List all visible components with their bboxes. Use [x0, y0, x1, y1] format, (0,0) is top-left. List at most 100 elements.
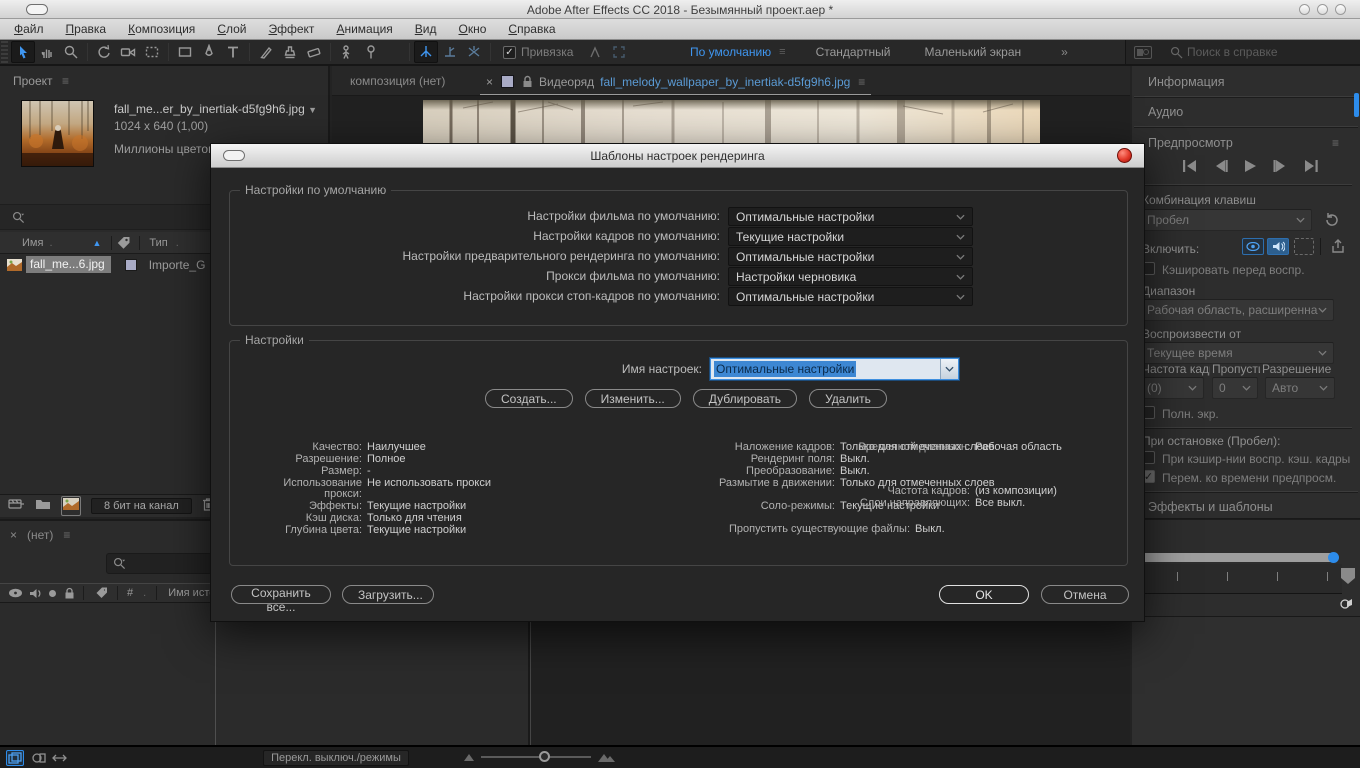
- dialog-close-button[interactable]: [1117, 148, 1132, 163]
- shortcut-dropdown[interactable]: Пробел: [1140, 209, 1312, 231]
- column-name[interactable]: Имя: [22, 237, 43, 249]
- time-ruler[interactable]: [1132, 564, 1342, 594]
- menu-item[interactable]: Окно: [459, 22, 487, 36]
- index-column[interactable]: #: [127, 587, 133, 599]
- menu-item[interactable]: Вид: [415, 22, 437, 36]
- comp-marker-icon[interactable]: [1339, 566, 1357, 586]
- window-control-2[interactable]: [1317, 4, 1328, 15]
- local-axis-mode-icon[interactable]: [414, 41, 438, 63]
- selection-tool-icon[interactable]: [11, 41, 35, 63]
- video-visibility-icon[interactable]: [8, 588, 23, 598]
- type-tool-icon[interactable]: [221, 41, 245, 63]
- expand-layer-switches-icon[interactable]: [6, 750, 24, 766]
- snap-region-icon[interactable]: [607, 41, 631, 63]
- close-tab-icon[interactable]: ×: [486, 75, 493, 89]
- include-video-icon[interactable]: [1242, 238, 1264, 255]
- timeline-search-bar[interactable]: [106, 553, 212, 574]
- zoom-in-icon[interactable]: [597, 751, 617, 763]
- play-icon[interactable]: [1244, 160, 1257, 172]
- skip-dropdown[interactable]: 0: [1212, 377, 1258, 399]
- setting-dropdown[interactable]: Оптимальные настройки: [728, 247, 973, 266]
- menu-item[interactable]: Файл: [14, 22, 44, 36]
- audio-panel-header[interactable]: Аудио: [1148, 105, 1183, 119]
- setting-dropdown[interactable]: Оптимальные настройки: [728, 207, 973, 226]
- column-type[interactable]: Тип: [149, 237, 167, 249]
- template-name-combo[interactable]: Оптимальные настройки: [710, 358, 959, 380]
- include-overlays-icon[interactable]: [1294, 238, 1314, 255]
- framerate-dropdown[interactable]: (0): [1140, 377, 1204, 399]
- tab-composition-none[interactable]: композиция (нет): [350, 74, 445, 88]
- zoom-out-icon[interactable]: [463, 752, 475, 762]
- toggle-switches-modes-button[interactable]: Перекл. выключ./режимы: [263, 750, 409, 766]
- window-control-1[interactable]: [1299, 4, 1310, 15]
- project-panel-menu-icon[interactable]: ≡: [62, 74, 69, 88]
- label-color-swatch[interactable]: [125, 259, 137, 271]
- include-audio-icon[interactable]: [1267, 238, 1289, 255]
- parent-link-icon[interactable]: [50, 750, 68, 766]
- help-search-input[interactable]: [1187, 45, 1347, 59]
- window-control-3[interactable]: [1335, 4, 1346, 15]
- range-dropdown[interactable]: Рабочая область, расширенная...: [1140, 299, 1334, 321]
- hand-tool-icon[interactable]: [35, 41, 59, 63]
- next-frame-icon[interactable]: [1273, 160, 1288, 172]
- audio-mute-icon[interactable]: [29, 588, 42, 599]
- new-folder-icon[interactable]: [35, 497, 51, 515]
- reset-icon[interactable]: [1324, 212, 1339, 227]
- play-from-dropdown[interactable]: Текущее время: [1140, 342, 1334, 364]
- toolbar-grip[interactable]: [1, 41, 8, 63]
- delete-template-button[interactable]: Удалить: [809, 389, 887, 408]
- resolution-dropdown[interactable]: Авто: [1265, 377, 1335, 399]
- save-all-button[interactable]: Сохранить все...: [231, 585, 331, 604]
- dialog-pill-button[interactable]: [223, 150, 245, 161]
- interpret-footage-icon[interactable]: [8, 497, 25, 516]
- first-frame-icon[interactable]: [1182, 160, 1197, 172]
- menu-item[interactable]: Слой: [217, 22, 246, 36]
- solo-icon[interactable]: [49, 590, 56, 597]
- setting-dropdown[interactable]: Настройки черновика: [728, 267, 973, 286]
- workspace-standard[interactable]: Стандартный: [816, 45, 891, 59]
- stamp-tool-icon[interactable]: [278, 41, 302, 63]
- comp-marker-bin-icon[interactable]: [1338, 596, 1354, 612]
- rectangle-tool-icon[interactable]: [173, 41, 197, 63]
- new-composition-icon[interactable]: [61, 496, 81, 516]
- new-template-button[interactable]: Создать...: [485, 389, 573, 408]
- world-axis-mode-icon[interactable]: [438, 41, 462, 63]
- info-panel-header[interactable]: Информация: [1148, 75, 1225, 89]
- workspace-default[interactable]: По умолчанию: [690, 45, 771, 59]
- snap-angle-icon[interactable]: [583, 41, 607, 63]
- close-tab-icon[interactable]: ×: [10, 528, 17, 542]
- panel-scrollbar[interactable]: [1354, 93, 1359, 117]
- effects-presets-header[interactable]: Эффекты и шаблоны: [1148, 500, 1273, 514]
- work-area-end-handle[interactable]: [1328, 552, 1339, 563]
- ok-button[interactable]: OK: [939, 585, 1029, 604]
- load-button[interactable]: Загрузить...: [342, 585, 434, 604]
- last-frame-icon[interactable]: [1304, 160, 1319, 172]
- snap-checkbox[interactable]: ✓: [503, 46, 516, 59]
- timeline-tab[interactable]: × (нет) ≡: [10, 528, 70, 542]
- cancel-button[interactable]: Отмена: [1041, 585, 1129, 604]
- sort-ascending-icon[interactable]: ▲: [93, 238, 102, 248]
- work-area-bar[interactable]: [1138, 553, 1334, 562]
- menu-item[interactable]: Анимация: [336, 22, 392, 36]
- brush-tool-icon[interactable]: [254, 41, 278, 63]
- bit-depth-button[interactable]: 8 бит на канал: [91, 498, 192, 514]
- rotate-tool-icon[interactable]: [92, 41, 116, 63]
- menu-item[interactable]: Правка: [66, 22, 107, 36]
- label-column-icon[interactable]: [95, 586, 109, 600]
- cc-libraries-icon[interactable]: [1134, 46, 1152, 59]
- eraser-tool-icon[interactable]: [302, 41, 326, 63]
- pan-behind-tool-icon[interactable]: [140, 41, 164, 63]
- lock-icon[interactable]: [64, 587, 75, 599]
- transfer-controls-icon[interactable]: [30, 750, 48, 766]
- zoom-knob[interactable]: [539, 751, 550, 762]
- share-preview-icon[interactable]: [1330, 239, 1346, 254]
- menu-item[interactable]: Справка: [508, 22, 555, 36]
- project-file-name[interactable]: fall_me...er_by_inertiak-d5fg9h6.jpg ▼: [114, 102, 317, 116]
- menu-item[interactable]: Композиция: [128, 22, 195, 36]
- label-column-icon[interactable]: [117, 236, 131, 250]
- pen-tool-icon[interactable]: [197, 41, 221, 63]
- camera-tool-icon[interactable]: [116, 41, 140, 63]
- workspace-menu-icon[interactable]: ≡: [779, 46, 785, 58]
- setting-dropdown[interactable]: Текущие настройки: [728, 227, 973, 246]
- preview-menu-icon[interactable]: ≡: [1332, 136, 1339, 150]
